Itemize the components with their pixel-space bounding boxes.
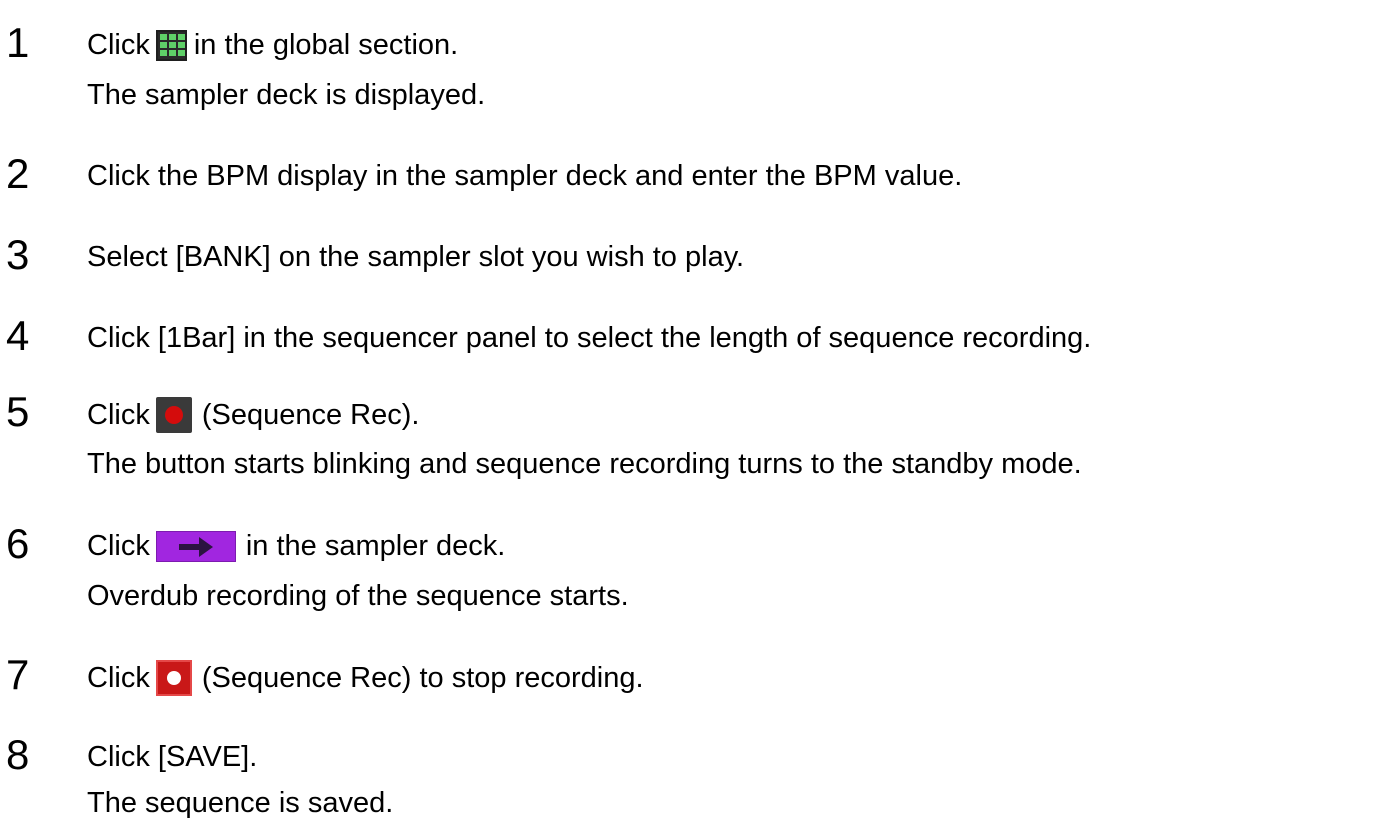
instruction-text: (Sequence Rec). xyxy=(201,399,420,431)
step-instruction: Click (Sequence Rec). xyxy=(87,397,419,433)
step-result: The button starts blinking and sequence … xyxy=(87,448,1082,480)
step-number: 6 xyxy=(6,520,30,567)
step-instruction: Select [BANK] on the sampler slot you wi… xyxy=(87,241,745,273)
step-number: 8 xyxy=(6,731,30,778)
sequence-rec-icon xyxy=(155,397,192,433)
instruction-text: (Sequence Rec) to stop recording. xyxy=(201,662,644,694)
step-instruction: Click [1Bar] in the sequencer panel to s… xyxy=(87,322,1092,354)
step-number: 5 xyxy=(6,388,30,435)
step-instruction: Click (Sequence Rec) to stop recording. xyxy=(87,660,644,696)
instruction-text: Click xyxy=(87,662,150,694)
step-instruction: Click [SAVE]. xyxy=(87,741,258,773)
play-arrow-icon xyxy=(155,530,236,562)
instruction-text: Click xyxy=(87,399,150,431)
sequence-rec-active-icon xyxy=(155,660,192,696)
step-number: 1 xyxy=(6,19,30,66)
step-number: 3 xyxy=(6,231,30,278)
step-number: 2 xyxy=(6,150,30,197)
step-instruction: Click in the global section. xyxy=(87,28,458,62)
step-instruction: Click the BPM display in the sampler dec… xyxy=(87,160,963,192)
instruction-text: Click xyxy=(87,29,150,61)
step-number: 4 xyxy=(6,312,30,359)
step-number: 7 xyxy=(6,651,30,698)
step-result: Overdub recording of the sequence starts… xyxy=(87,580,629,612)
grid-icon xyxy=(155,29,187,61)
instruction-text: Click xyxy=(87,530,150,562)
step-instruction: Click in the sampler deck. xyxy=(87,529,505,563)
instruction-text: in the global section. xyxy=(193,29,459,61)
instruction-text: in the sampler deck. xyxy=(245,530,506,562)
step-result: The sampler deck is displayed. xyxy=(87,79,486,111)
step-result: The sequence is saved. xyxy=(87,787,394,819)
